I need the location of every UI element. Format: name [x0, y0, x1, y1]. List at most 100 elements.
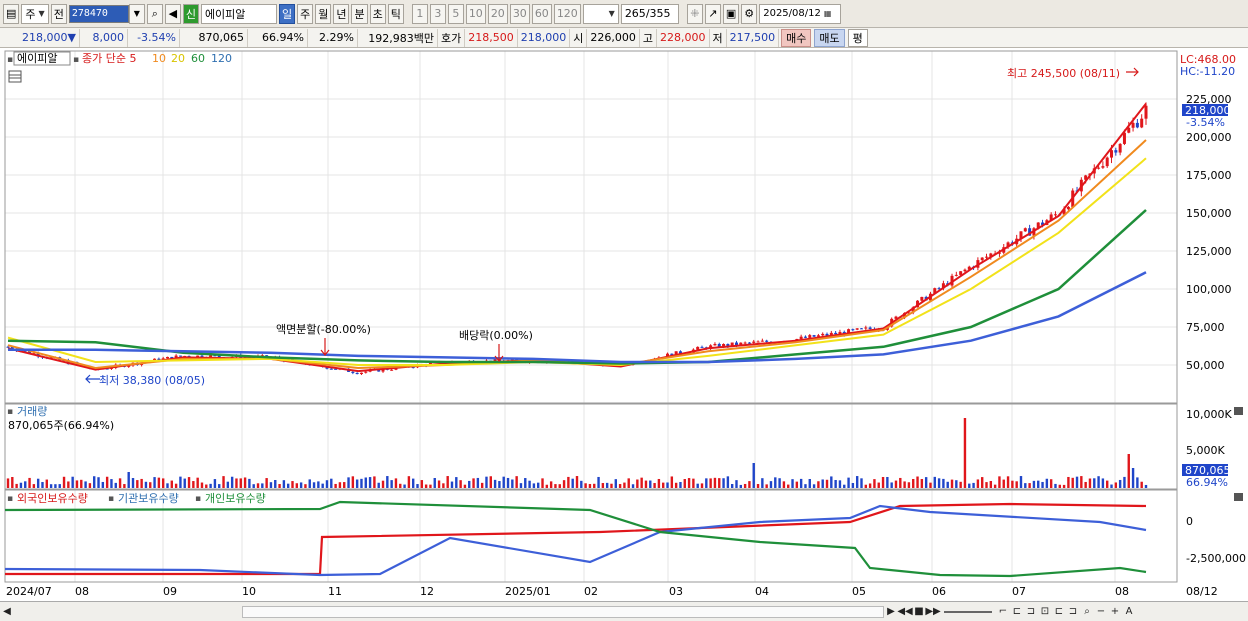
- period-month[interactable]: 월: [315, 3, 332, 24]
- layout1-icon[interactable]: ⌐: [996, 605, 1010, 619]
- candle-body: [696, 346, 700, 350]
- date-field[interactable]: 2025/08/12 ▦: [759, 3, 842, 24]
- chart-area[interactable]: ▪ 에이피알 ▪ 종가 단순 5 10 20 60 120 LC:468.00 …: [0, 48, 1248, 601]
- legend-stock[interactable]: 에이피알: [17, 51, 57, 65]
- foreign-legend[interactable]: 외국인보유수량: [17, 492, 88, 505]
- sin-badge[interactable]: 신: [182, 3, 199, 24]
- volume-bar: [433, 478, 436, 488]
- institution-legend[interactable]: 기관보유수량: [118, 492, 179, 505]
- legend-ma120[interactable]: 120: [211, 52, 232, 65]
- bottom-scrollbar[interactable]: ◀ ▶ ◀◀ ■ ▶▶ ⌐ ⊏ ⊐ ⊡ ⊏ ⊐ ⌕ − + A: [0, 601, 1248, 621]
- candle-body: [165, 356, 169, 359]
- rewind-icon[interactable]: ◀◀: [897, 605, 912, 619]
- interval-120[interactable]: 120: [553, 3, 581, 24]
- count-field[interactable]: 265/355: [620, 3, 679, 24]
- volume-title[interactable]: 거래량: [17, 405, 47, 418]
- volume-bar: [338, 482, 342, 488]
- prev-button[interactable]: 전: [50, 3, 67, 24]
- quote-bar: 218,000▼ 8,000 -3.54% 870,065 66.94% 2.2…: [0, 28, 1248, 48]
- volume-bar: [166, 483, 169, 488]
- scroll-right-icon[interactable]: ▶: [884, 605, 898, 619]
- period-week[interactable]: 주: [297, 3, 314, 24]
- volume-bar: [1032, 480, 1036, 488]
- chart-svg[interactable]: ▪ 에이피알 ▪ 종가 단순 5 10 20 60 120 LC:468.00 …: [0, 48, 1248, 601]
- volume-bar: [825, 479, 829, 488]
- volume-bar: [743, 483, 747, 488]
- volume-close-icon[interactable]: [1234, 407, 1243, 415]
- volume-bar: [610, 483, 613, 488]
- volume-bar: [528, 480, 531, 488]
- zoom-slider[interactable]: [944, 610, 992, 613]
- volume-bar: [179, 476, 182, 488]
- speaker-icon[interactable]: ◀: [164, 3, 181, 24]
- candle-body: [920, 296, 924, 301]
- legend-ma10[interactable]: 10: [152, 52, 166, 65]
- forward-icon[interactable]: ▶▶: [925, 605, 940, 619]
- volume-bar: [1037, 480, 1040, 488]
- ask-value: 218,500: [465, 28, 518, 47]
- volume-bar: [1024, 483, 1027, 488]
- save-icon[interactable]: ▣: [722, 3, 740, 24]
- scroll-left-icon[interactable]: ◀: [0, 605, 14, 619]
- candle-body: [1140, 118, 1144, 128]
- window-menu-icon[interactable]: ▤: [3, 3, 20, 24]
- interval-10[interactable]: 10: [465, 3, 486, 24]
- candle-body: [1023, 228, 1027, 232]
- market-select[interactable]: 주 ▼: [21, 3, 49, 24]
- interval-30[interactable]: 30: [509, 3, 530, 24]
- layout6-icon[interactable]: ⊐: [1066, 605, 1080, 619]
- legend-ma5[interactable]: 종가 단순 5: [82, 52, 136, 65]
- period-minute[interactable]: 분: [351, 3, 368, 24]
- period-second[interactable]: 초: [369, 3, 386, 24]
- volume-bar: [843, 484, 846, 488]
- legend-ma60[interactable]: 60: [191, 52, 205, 65]
- volume-bar: [627, 478, 630, 488]
- layout3-icon[interactable]: ⊐: [1024, 605, 1038, 619]
- volume-bar: [19, 482, 23, 488]
- legend-ma20[interactable]: 20: [171, 52, 185, 65]
- interval-20[interactable]: 20: [487, 3, 508, 24]
- holders-close-icon[interactable]: [1234, 493, 1243, 501]
- search-icon[interactable]: ⌕: [146, 3, 163, 24]
- magnify-icon[interactable]: ⌕: [1080, 605, 1094, 619]
- volume-bar: [873, 479, 876, 488]
- table-icon[interactable]: [8, 70, 22, 83]
- legend-bullet-icon: ▪: [7, 55, 13, 65]
- layout2-icon[interactable]: ⊏: [1010, 605, 1024, 619]
- code-dropdown-icon[interactable]: ▼: [128, 3, 145, 24]
- volume-bar: [200, 482, 204, 488]
- buy-button[interactable]: 매수: [781, 28, 812, 47]
- layout4-icon[interactable]: ⊡: [1038, 605, 1052, 619]
- link-icon[interactable]: ⁜: [686, 3, 703, 24]
- cross-icon[interactable]: ↗: [704, 3, 721, 24]
- legend-bullet-icon: ▪: [195, 494, 201, 504]
- ma10-line: [7, 139, 1147, 370]
- period-tick[interactable]: 틱: [387, 3, 404, 24]
- volume-bar: [614, 479, 617, 488]
- interval-60[interactable]: 60: [531, 3, 552, 24]
- sell-button[interactable]: 매도: [814, 28, 845, 47]
- interval-5[interactable]: 5: [447, 3, 464, 24]
- layout5-icon[interactable]: ⊏: [1052, 605, 1066, 619]
- gear-icon[interactable]: ⚙: [741, 3, 758, 24]
- zoom-in-icon[interactable]: +: [1108, 605, 1122, 619]
- avg-button[interactable]: 평: [847, 28, 868, 47]
- price-change: 8,000: [80, 28, 128, 47]
- calendar-icon[interactable]: ▦: [824, 9, 832, 18]
- stop-icon[interactable]: ■: [912, 605, 926, 619]
- stock-code-input[interactable]: 278470: [68, 4, 129, 23]
- interval-select[interactable]: ▼: [582, 3, 619, 24]
- volume-bar: [515, 476, 518, 488]
- scroll-thumb[interactable]: [242, 605, 884, 618]
- interval-1[interactable]: 1: [411, 3, 428, 24]
- volume-bar: [321, 483, 324, 488]
- zoom-out-icon[interactable]: −: [1094, 605, 1108, 619]
- stock-name-field[interactable]: 에이피알: [200, 3, 277, 24]
- candle-body: [1101, 166, 1105, 168]
- individual-legend[interactable]: 개인보유수량: [205, 492, 266, 505]
- interval-3[interactable]: 3: [429, 3, 446, 24]
- period-year[interactable]: 년: [333, 3, 350, 24]
- font-icon[interactable]: A: [1122, 605, 1136, 619]
- price-axis: 50,000 75,000 100,000 125,000 150,000 175,000…: [1186, 93, 1232, 372]
- period-day[interactable]: 일: [278, 3, 296, 24]
